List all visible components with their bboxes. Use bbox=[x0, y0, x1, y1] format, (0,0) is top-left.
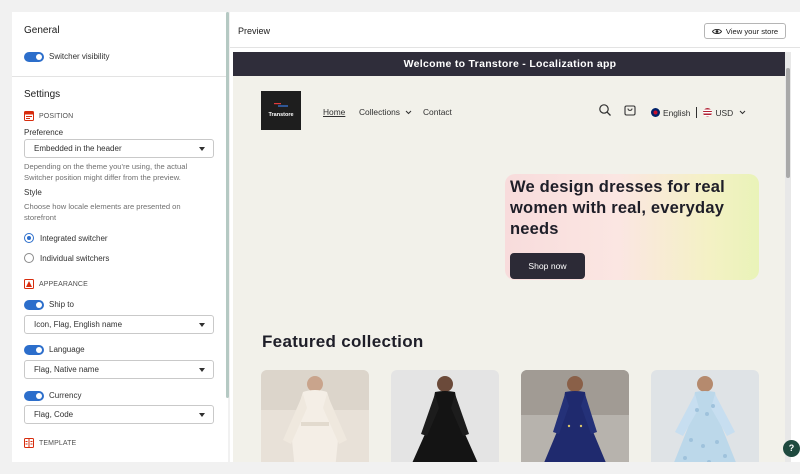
position-subheading: POSITION bbox=[24, 111, 73, 121]
nav-collections-label: Collections bbox=[359, 107, 400, 117]
announcement-bar: Welcome to Transtore - Localization app bbox=[233, 52, 787, 76]
section-divider bbox=[12, 76, 228, 77]
individual-switchers-radio[interactable] bbox=[24, 253, 34, 263]
nav-collections[interactable]: Collections bbox=[359, 107, 412, 117]
appearance-subheading: APPEARANCE bbox=[24, 279, 88, 289]
product-card[interactable] bbox=[651, 370, 759, 462]
product-card[interactable] bbox=[261, 370, 369, 462]
view-store-button[interactable]: View your store bbox=[704, 23, 786, 39]
storefront-preview: Welcome to Transtore - Localization app … bbox=[233, 52, 787, 462]
currency-select[interactable]: Flag, Code bbox=[24, 405, 214, 424]
uk-flag-icon bbox=[651, 108, 660, 117]
hero-title: We design dresses for real women with re… bbox=[510, 178, 725, 238]
chevron-down-icon bbox=[199, 147, 205, 151]
product-image bbox=[391, 370, 499, 462]
divider-icon bbox=[696, 107, 698, 118]
product-card[interactable] bbox=[521, 370, 629, 462]
switcher-visibility-label: Switcher visibility bbox=[49, 52, 110, 61]
product-card[interactable] bbox=[391, 370, 499, 462]
preview-panel: Preview View your store Welcome to Trans… bbox=[230, 12, 800, 462]
position-icon bbox=[24, 111, 34, 121]
template-subheading: TEMPLATE bbox=[24, 438, 76, 448]
chevron-down-icon bbox=[405, 110, 412, 115]
product-image bbox=[261, 370, 369, 462]
logo-text: Transtore bbox=[268, 112, 294, 118]
currency-value: Flag, Code bbox=[34, 410, 74, 419]
individual-switchers-label: Individual switchers bbox=[40, 254, 110, 263]
currency-toggle[interactable] bbox=[24, 391, 44, 401]
preference-select[interactable]: Embedded in the header bbox=[24, 139, 214, 158]
chevron-down-icon bbox=[199, 323, 205, 327]
nav-home[interactable]: Home bbox=[323, 107, 345, 117]
preview-title: Preview bbox=[238, 26, 271, 36]
language-current: English bbox=[663, 107, 691, 118]
switcher-visibility-toggle[interactable] bbox=[24, 52, 44, 62]
product-image bbox=[651, 370, 759, 462]
preference-value: Embedded in the header bbox=[34, 144, 122, 153]
language-select[interactable]: Flag, Native name bbox=[24, 360, 214, 379]
style-help: Choose how locale elements are presented… bbox=[24, 202, 181, 222]
chevron-down-icon bbox=[199, 368, 205, 372]
ship-to-toggle[interactable] bbox=[24, 300, 44, 310]
integrated-switcher-radio[interactable] bbox=[24, 233, 34, 243]
ship-to-value: Icon, Flag, English name bbox=[34, 320, 123, 329]
ship-to-select[interactable]: Icon, Flag, English name bbox=[24, 315, 214, 334]
currency-label: Currency bbox=[49, 391, 82, 400]
settings-heading: Settings bbox=[24, 89, 61, 100]
language-toggle[interactable] bbox=[24, 345, 44, 355]
general-heading: General bbox=[24, 25, 60, 36]
cart-icon[interactable] bbox=[623, 103, 637, 117]
locale-switcher[interactable]: English USD bbox=[651, 107, 746, 118]
position-label: POSITION bbox=[39, 112, 74, 120]
settings-panel: General Switcher visibility Settings POS… bbox=[12, 12, 228, 462]
view-store-label: View your store bbox=[725, 26, 779, 36]
appearance-icon bbox=[24, 279, 34, 289]
preview-scrollbar[interactable] bbox=[785, 52, 791, 462]
product-image bbox=[521, 370, 629, 462]
language-value: Flag, Native name bbox=[34, 365, 99, 374]
language-label: Language bbox=[49, 345, 85, 354]
eye-icon bbox=[711, 28, 722, 34]
preference-label: Preference bbox=[24, 128, 64, 137]
us-flag-icon bbox=[703, 108, 713, 117]
chevron-down-icon bbox=[739, 110, 746, 115]
nav-contact[interactable]: Contact bbox=[423, 107, 452, 117]
ship-to-label: Ship to bbox=[49, 300, 74, 309]
search-icon[interactable] bbox=[598, 103, 612, 117]
currency-current: USD bbox=[715, 107, 734, 118]
shop-now-button[interactable]: Shop now bbox=[510, 253, 585, 279]
template-label: TEMPLATE bbox=[39, 439, 77, 447]
template-icon bbox=[24, 438, 34, 448]
chevron-down-icon bbox=[199, 413, 205, 417]
sidebar-scrollbar[interactable] bbox=[226, 12, 229, 398]
featured-collection-title: Featured collection bbox=[262, 332, 424, 351]
style-label: Style bbox=[24, 188, 42, 197]
integrated-switcher-label: Integrated switcher bbox=[40, 234, 108, 243]
store-logo[interactable]: Transtore bbox=[261, 91, 301, 130]
preview-divider bbox=[230, 47, 800, 48]
help-button[interactable]: ? bbox=[783, 440, 800, 457]
logo-mark-icon bbox=[274, 103, 288, 107]
appearance-label: APPEARANCE bbox=[39, 280, 88, 288]
preference-help: Depending on the theme you're using, the… bbox=[24, 162, 188, 182]
